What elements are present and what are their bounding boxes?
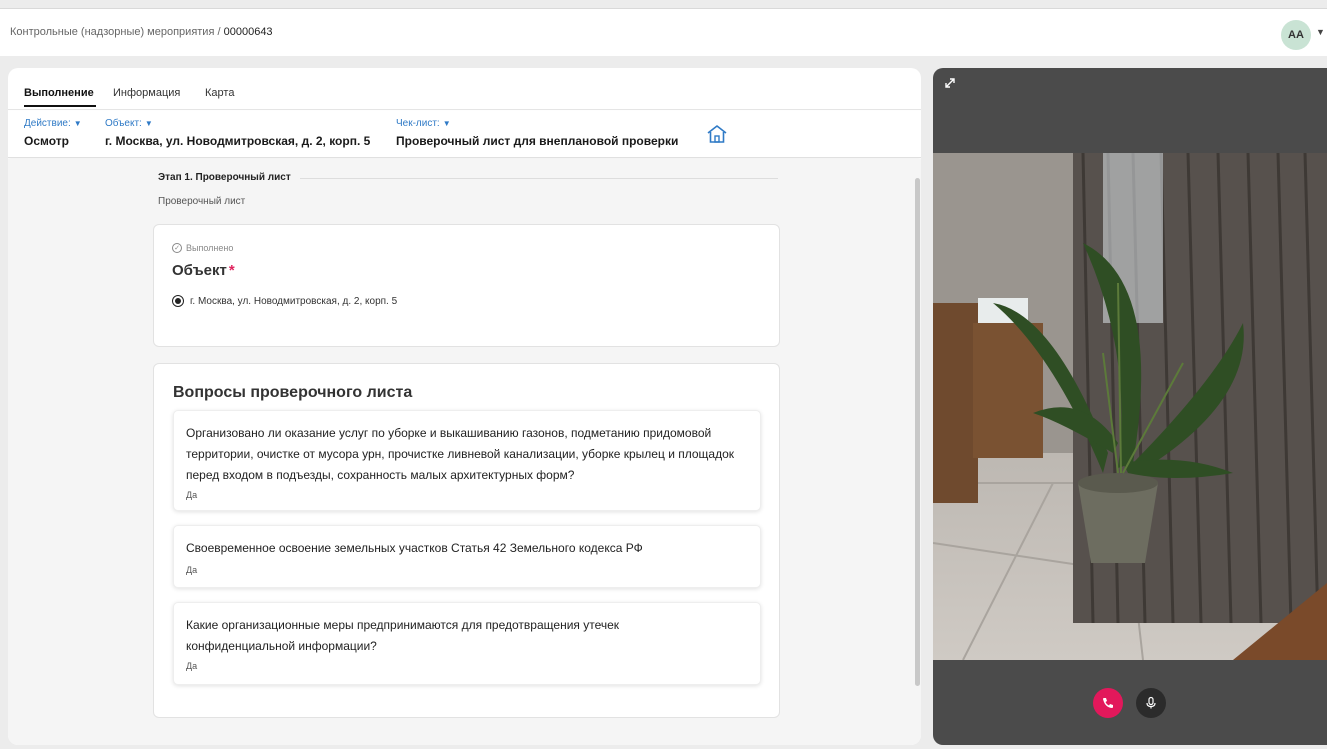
object-radio-label: г. Москва, ул. Новодмитровская, д. 2, ко… xyxy=(190,295,398,307)
radio-selected-icon[interactable] xyxy=(172,295,184,307)
object-filter[interactable]: Объект: ▼ г. Москва, ул. Новодмитровская,… xyxy=(105,118,370,148)
video-call-panel xyxy=(933,68,1327,745)
breadcrumb-current: 00000643 xyxy=(223,26,273,38)
action-filter[interactable]: Действие: ▼ Осмотр xyxy=(24,118,82,148)
question-text: Организовано ли оказание услуг по уборке… xyxy=(186,426,735,482)
question-answer: Да xyxy=(186,661,198,671)
user-avatar[interactable]: AA xyxy=(1281,20,1311,50)
checklist-filter-label: Чек-лист: xyxy=(396,118,440,129)
stage-title: Этап 1. Проверочный лист xyxy=(158,172,291,183)
question-item[interactable]: Своевременное освоение земельных участко… xyxy=(173,525,761,588)
video-stream xyxy=(933,153,1327,660)
question-text: Какие организационные меры предпринимают… xyxy=(186,618,620,653)
question-answer: Да xyxy=(186,565,198,575)
caret-down-icon: ▼ xyxy=(73,119,82,128)
questions-heading: Вопросы проверочного листа xyxy=(173,384,413,401)
phone-icon xyxy=(1103,698,1113,708)
home-icon[interactable] xyxy=(706,123,728,145)
chevron-down-icon[interactable]: ▼ xyxy=(1316,27,1325,37)
breadcrumb: Контрольные (надзорные) мероприятия / 00… xyxy=(10,26,273,38)
caret-down-icon: ▼ xyxy=(144,119,153,128)
object-card: ✓ Выполнено Объект * г. Москва, ул. Новод… xyxy=(153,224,780,347)
question-text: Своевременное освоение земельных участко… xyxy=(186,541,643,555)
tab-execution[interactable]: Выполнение xyxy=(24,87,96,107)
status-label: Выполнено xyxy=(186,243,234,253)
top-bar: Контрольные (надзорные) мероприятия / 00… xyxy=(0,8,1327,56)
status-completed: ✓ Выполнено xyxy=(172,243,233,253)
checklist-filter-value: Проверочный лист для внеплановой проверк… xyxy=(396,134,679,148)
filter-bar: Действие: ▼ Осмотр Объект: ▼ г. Москва, ул… xyxy=(8,111,921,158)
object-title-text: Объект xyxy=(172,262,227,279)
stage-subtitle: Проверочный лист xyxy=(158,196,246,207)
object-radio-option[interactable]: г. Москва, ул. Новодмитровская, д. 2, ко… xyxy=(172,295,397,307)
expand-icon[interactable] xyxy=(943,76,957,90)
question-item[interactable]: Организовано ли оказание услуг по уборке… xyxy=(173,410,761,511)
checklist-filter[interactable]: Чек-лист: ▼ Проверочный лист для внеплано… xyxy=(396,118,678,148)
action-filter-label: Действие: xyxy=(24,118,71,129)
microphone-button[interactable] xyxy=(1136,688,1166,718)
action-filter-value: Осмотр xyxy=(24,134,69,148)
question-answer: Да xyxy=(186,490,198,500)
tab-bar: Выполнение Информация Карта xyxy=(8,68,921,110)
scrollbar[interactable] xyxy=(915,178,920,686)
stage-divider xyxy=(300,178,778,179)
breadcrumb-separator: / xyxy=(217,26,221,38)
object-filter-label: Объект: xyxy=(105,118,142,129)
object-title: Объект * xyxy=(172,262,235,279)
object-filter-value: г. Москва, ул. Новодмитровская, д. 2, ко… xyxy=(105,134,371,148)
question-item[interactable]: Какие организационные меры предпринимают… xyxy=(173,602,761,685)
microphone-icon xyxy=(1146,696,1156,709)
questions-card: Вопросы проверочного листа Организовано … xyxy=(153,363,780,718)
check-circle-icon: ✓ xyxy=(172,243,182,253)
required-mark: * xyxy=(228,262,235,279)
caret-down-icon: ▼ xyxy=(442,119,451,128)
video-frame-image xyxy=(933,153,1327,660)
tab-information[interactable]: Информация xyxy=(113,87,180,99)
tab-map[interactable]: Карта xyxy=(205,87,234,99)
breadcrumb-parent-link[interactable]: Контрольные (надзорные) мероприятия xyxy=(10,26,214,38)
end-call-button[interactable] xyxy=(1093,688,1123,718)
